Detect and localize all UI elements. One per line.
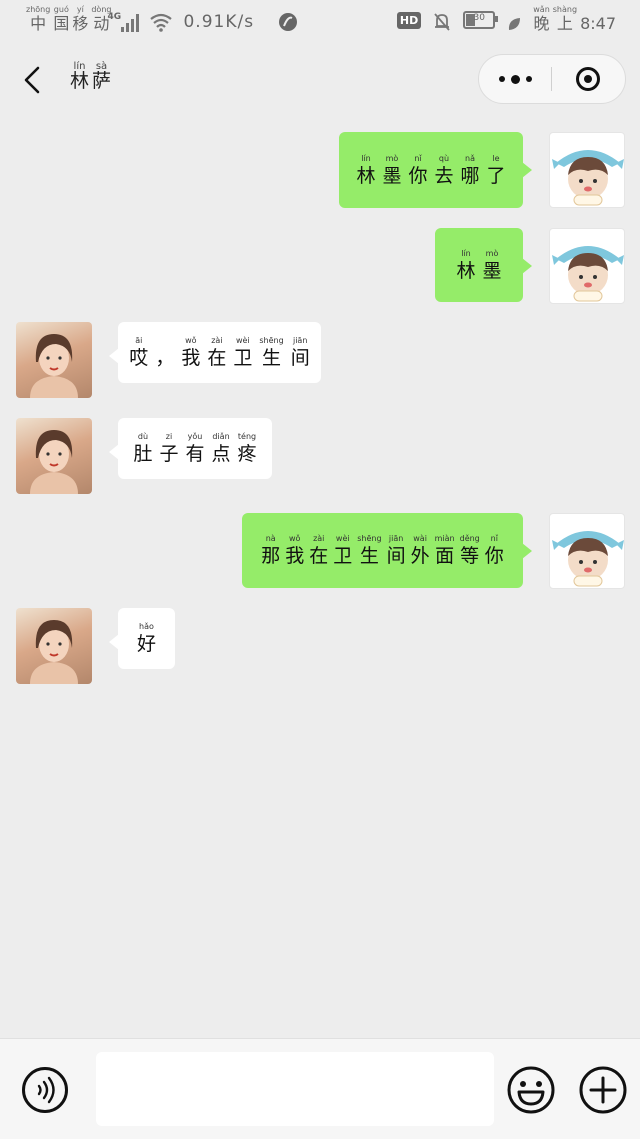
voice-button[interactable] xyxy=(22,1067,68,1113)
mute-bell-icon xyxy=(433,12,451,32)
close-miniprogram-button[interactable] xyxy=(552,55,624,103)
wifi-icon xyxy=(149,12,173,32)
input-bar xyxy=(0,1038,640,1139)
chat-title: lín 林 sà 萨 xyxy=(70,61,112,92)
message-bubble-self[interactable]: nà 那 wǒ 我 zài 在 wèi 卫 shēng 生 jiān 间 wài 外 miàn… xyxy=(242,513,532,588)
emoji-button[interactable] xyxy=(506,1065,556,1115)
self-avatar[interactable] xyxy=(549,132,625,208)
close-miniprogram-icon xyxy=(576,67,600,91)
status-bar: zhōng 中 guó 国 yí 移 dòng 动 4G 0.91K/s HD … xyxy=(0,0,640,44)
leaf-icon xyxy=(507,16,521,32)
contact-avatar[interactable] xyxy=(16,418,92,494)
network-speed: 0.91K/s xyxy=(183,12,255,32)
message-bubble-self[interactable]: lín 林 mò 墨 xyxy=(435,228,532,302)
nfc-icon xyxy=(278,12,298,32)
message-bubble-self[interactable]: lín 林 mò 墨 nǐ 你 qù 去 nǎ 哪 le 了 xyxy=(339,132,532,208)
self-avatar[interactable] xyxy=(549,228,625,304)
self-avatar[interactable] xyxy=(549,513,625,589)
battery-icon: 30 xyxy=(463,11,499,29)
more-button[interactable] xyxy=(479,55,551,103)
back-arrow-icon xyxy=(24,66,40,94)
message-bubble-other[interactable]: hǎo 好 xyxy=(109,608,175,669)
nav-bar: lín 林 sà 萨 xyxy=(0,44,640,116)
network-type: 4G xyxy=(107,12,122,22)
clock-time: 8:47 xyxy=(580,14,616,33)
carrier-name: zhōng 中 guó 国 yí 移 dòng 动 xyxy=(26,5,112,33)
contact-avatar[interactable] xyxy=(16,322,92,398)
message-input[interactable] xyxy=(96,1052,494,1126)
voice-icon xyxy=(37,1076,55,1104)
miniprogram-capsule xyxy=(478,54,626,104)
emoji-icon xyxy=(507,1066,555,1114)
clock: wǎn 晚 shàng 上 8:47 xyxy=(533,5,616,33)
signal-icon: 4G xyxy=(107,12,140,32)
more-dots-icon xyxy=(498,74,532,84)
contact-avatar[interactable] xyxy=(16,608,92,684)
message-bubble-other[interactable]: āi 哎 ， wǒ 我 zài 在 wèi 卫 shēng 生 jiān 间 xyxy=(109,322,321,383)
message-bubble-other[interactable]: dù 肚 zi 子 yǒu 有 diǎn 点 téng 疼 xyxy=(109,418,272,479)
back-button[interactable] xyxy=(18,60,48,100)
hd-badge: HD xyxy=(396,12,422,29)
battery-level: 30 xyxy=(473,13,485,23)
plus-button[interactable] xyxy=(578,1065,628,1115)
plus-icon xyxy=(579,1066,627,1114)
